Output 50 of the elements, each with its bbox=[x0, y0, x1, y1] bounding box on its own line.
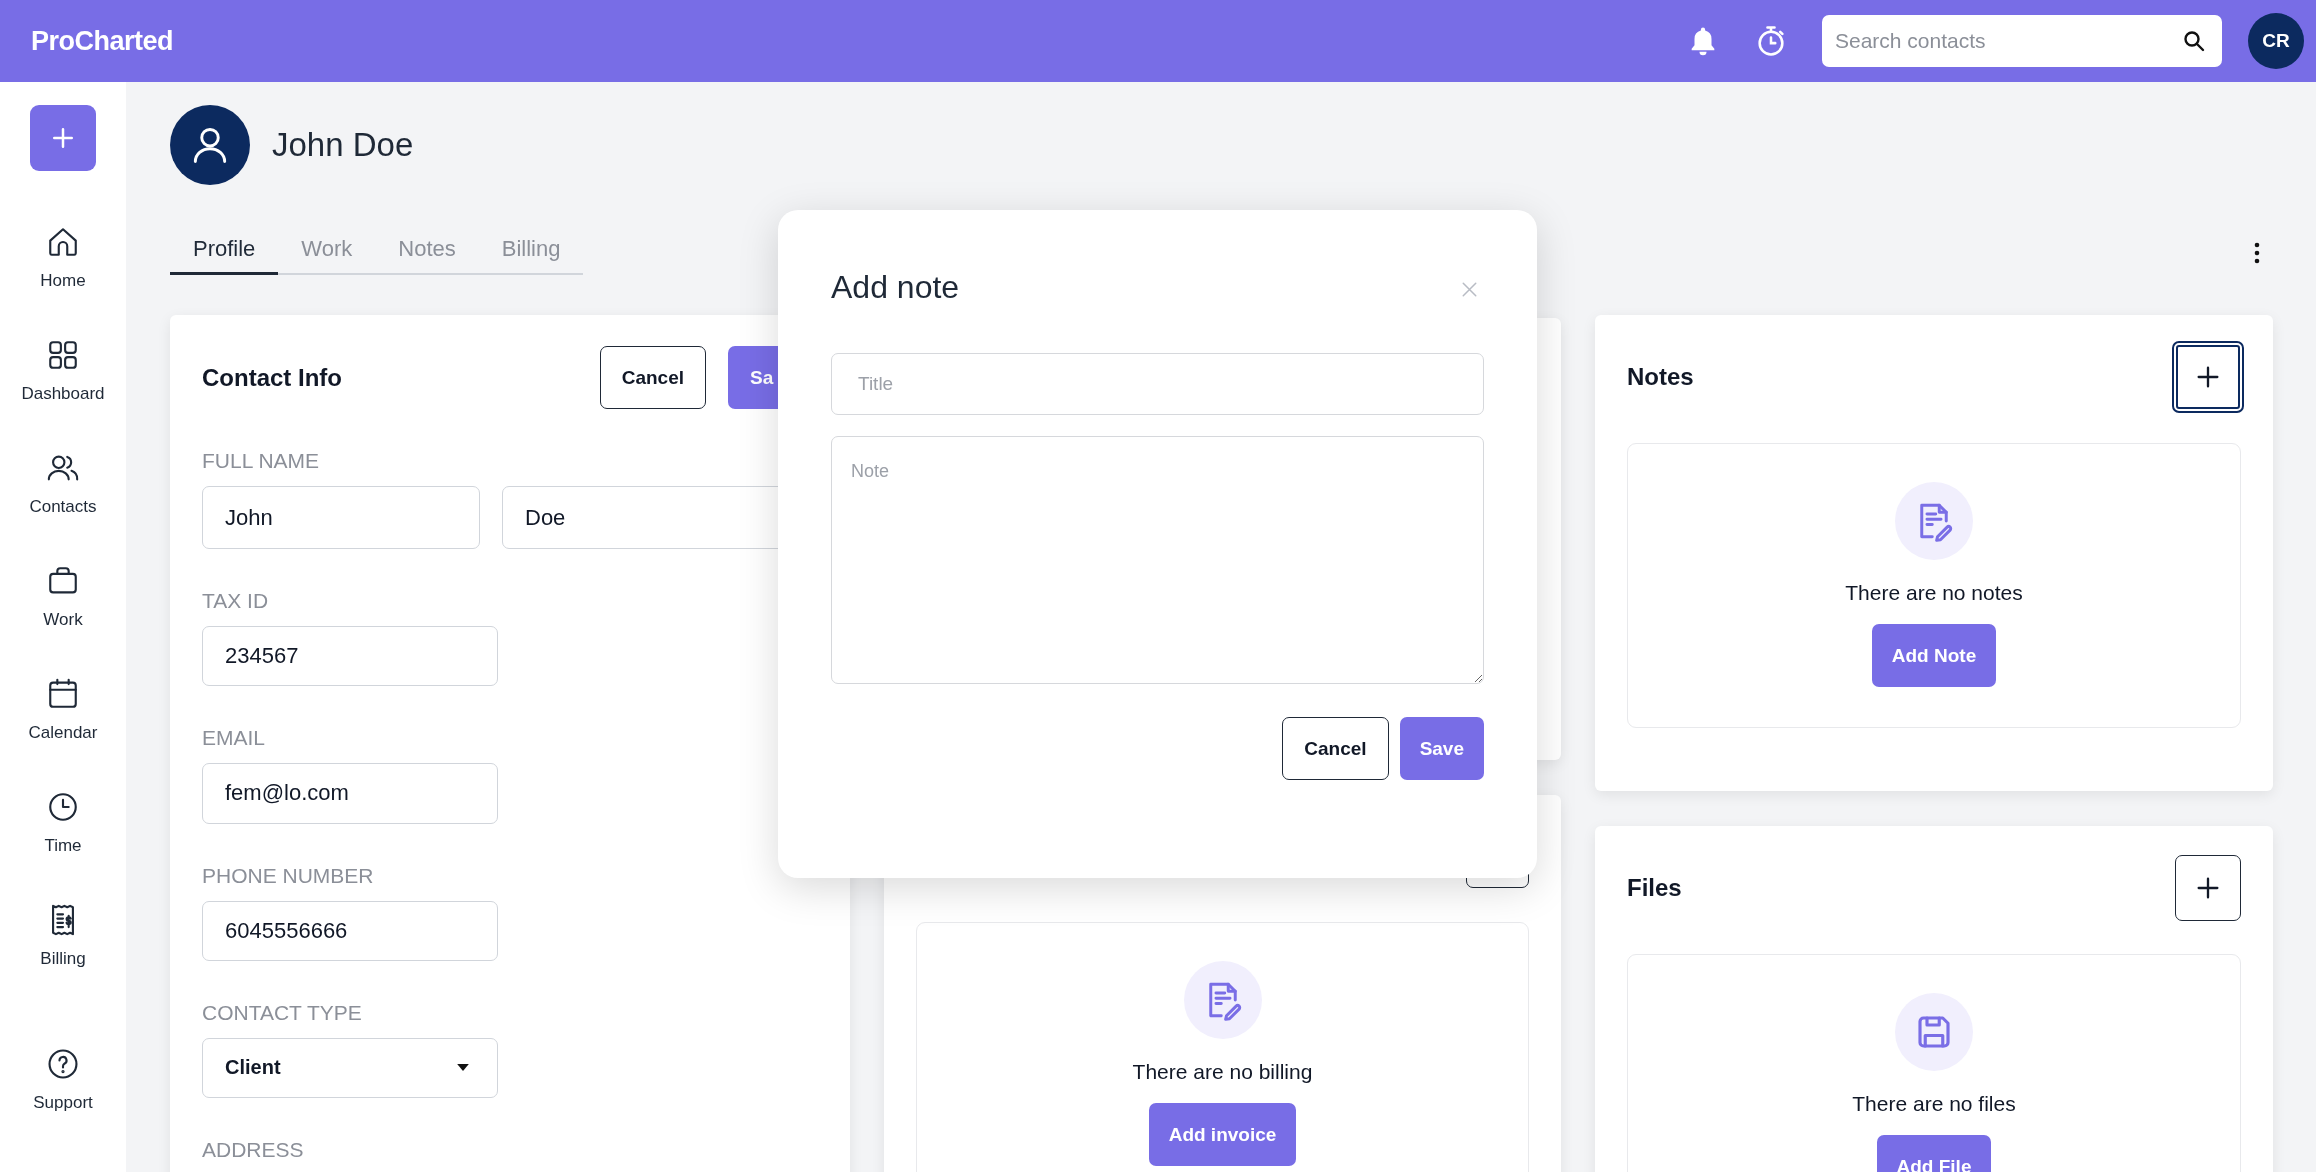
field-label: PHONE NUMBER bbox=[202, 863, 375, 888]
select-field[interactable]: Client bbox=[202, 1037, 498, 1098]
sidebar-item[interactable]: Home bbox=[21, 225, 105, 291]
text-field[interactable]: 6045556666 bbox=[202, 900, 498, 961]
grid-icon bbox=[46, 338, 80, 372]
card-title: Notes bbox=[1627, 363, 1694, 391]
sidebar-item[interactable]: Dashboard bbox=[21, 338, 105, 404]
field-label: CONTACT TYPE bbox=[202, 1000, 363, 1025]
text-field[interactable]: fem@lo.com bbox=[202, 763, 498, 824]
more-icon[interactable] bbox=[2254, 241, 2260, 264]
field-label: EMAIL bbox=[202, 726, 267, 751]
add-note-button[interactable]: Add Note bbox=[1871, 624, 1997, 687]
field-label: FULL NAME bbox=[202, 449, 321, 473]
add-file-button[interactable]: Add File bbox=[1876, 1135, 1992, 1172]
empty-message: There are no files bbox=[1852, 1092, 2016, 1116]
note-field[interactable]: Note bbox=[831, 436, 1484, 684]
sidebar-item[interactable]: Support bbox=[33, 1047, 93, 1113]
save-button[interactable]: Save bbox=[1399, 717, 1484, 780]
add-button[interactable] bbox=[2172, 341, 2244, 413]
text-field[interactable]: 234567 bbox=[202, 626, 498, 687]
field-label: TAX ID bbox=[202, 589, 270, 613]
field-label: ADDRESS bbox=[202, 1138, 305, 1162]
add-invoice-button[interactable]: Add invoice bbox=[1148, 1103, 1297, 1166]
app-logo[interactable]: ProCharted bbox=[31, 25, 174, 57]
sidebar-item[interactable]: Contacts bbox=[21, 451, 105, 517]
text-field[interactable]: John bbox=[202, 486, 480, 549]
cancel-button[interactable]: Cancel bbox=[599, 346, 706, 409]
title-field[interactable]: Title bbox=[831, 353, 1484, 415]
new-button[interactable] bbox=[30, 105, 96, 171]
empty-message: There are no billing bbox=[1132, 1060, 1313, 1084]
sidebar-item[interactable]: Billing bbox=[21, 903, 105, 969]
help-icon bbox=[46, 1047, 80, 1081]
empty-message: There are no notes bbox=[1845, 581, 2023, 605]
dialog-title: Add note bbox=[831, 268, 960, 306]
calendar-icon bbox=[46, 677, 80, 711]
user-avatar[interactable]: CR bbox=[2248, 13, 2304, 69]
tab[interactable]: Profile bbox=[170, 230, 279, 275]
search-field[interactable]: Search contacts bbox=[1822, 15, 2222, 67]
sidebar-item[interactable]: Calendar bbox=[21, 677, 105, 743]
home-icon bbox=[46, 225, 80, 259]
cancel-button[interactable]: Cancel bbox=[1282, 717, 1389, 780]
card-title: Contact Info bbox=[202, 363, 342, 392]
add-button[interactable] bbox=[2175, 855, 2241, 921]
search-icon[interactable] bbox=[2182, 29, 2206, 53]
clock-icon bbox=[46, 790, 80, 824]
sidebar-item[interactable]: Time bbox=[21, 790, 105, 856]
card-title: Files bbox=[1627, 874, 1682, 902]
caret-icon bbox=[457, 1064, 469, 1072]
contact-name: John Doe bbox=[272, 126, 414, 164]
sidebar-item[interactable]: Work bbox=[21, 564, 105, 630]
